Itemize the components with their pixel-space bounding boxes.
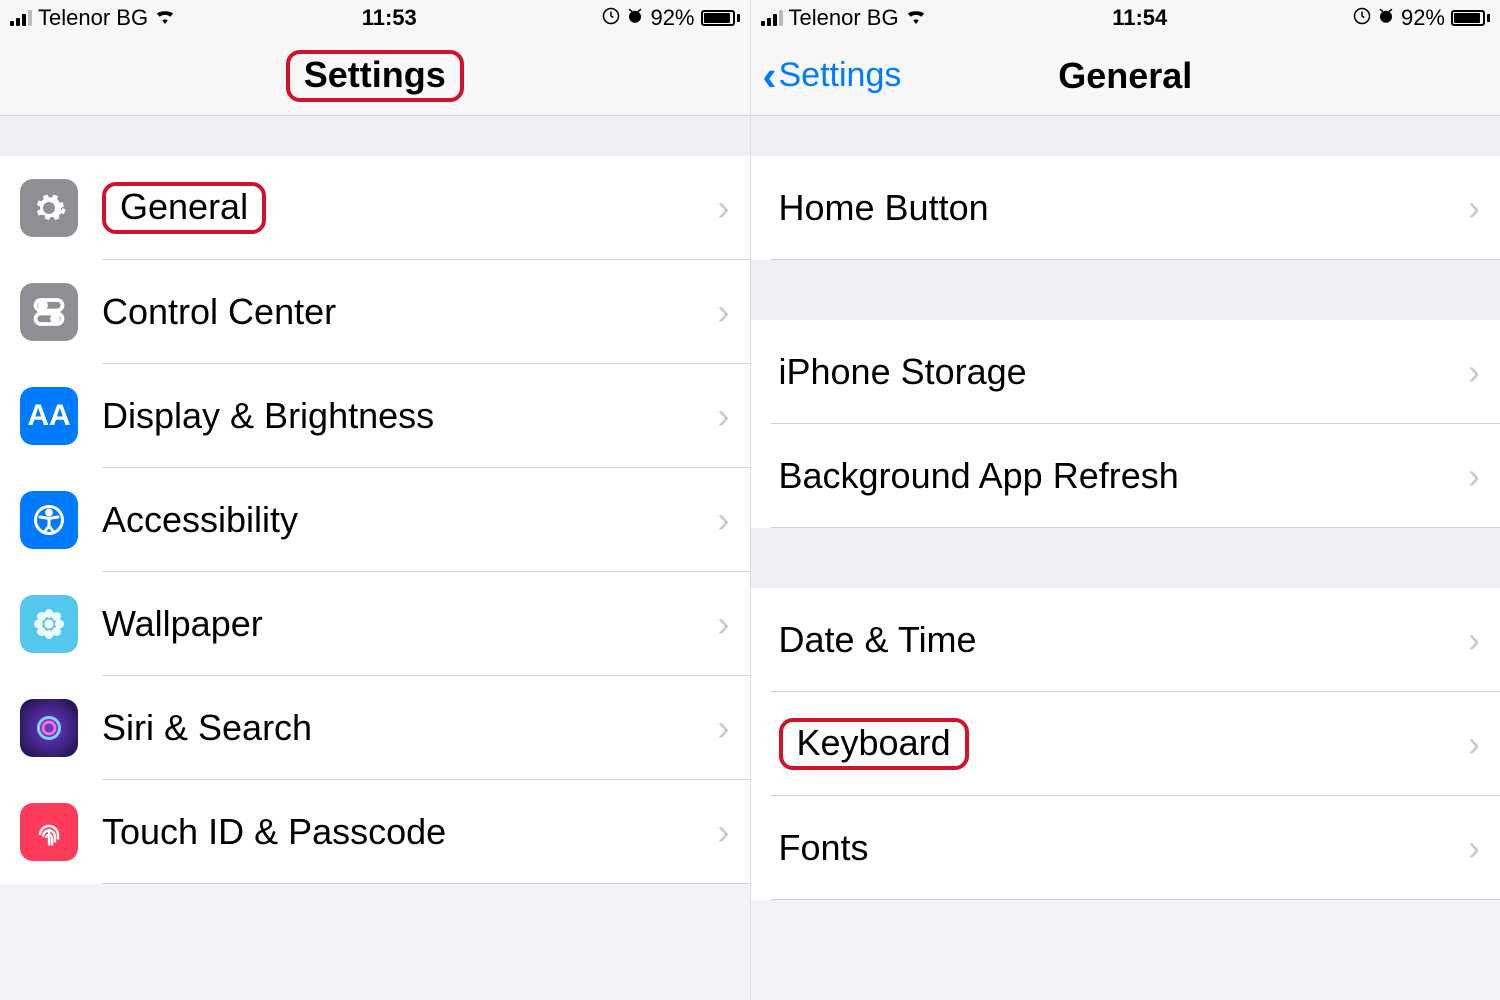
clock-label: 11:54 (927, 5, 1353, 31)
navbar: Settings (0, 36, 750, 116)
row-label: Touch ID & Passcode (102, 811, 718, 853)
chevron-right-icon: › (1468, 187, 1480, 229)
chevron-right-icon: › (1468, 455, 1480, 497)
chevron-right-icon: › (718, 811, 730, 853)
section-gap (751, 528, 1500, 588)
cellular-signal-icon (10, 10, 32, 26)
settings-list: General › Control Center › AA Display & … (0, 156, 750, 884)
section-gap (751, 116, 1500, 156)
page-title: Settings (286, 50, 464, 102)
chevron-right-icon: › (718, 499, 730, 541)
row-label: General (102, 182, 718, 234)
general-group-1: Home Button › (751, 156, 1500, 260)
text-size-icon: AA (20, 387, 78, 445)
clock-label: 11:53 (176, 5, 602, 31)
row-touchid-passcode[interactable]: Touch ID & Passcode › (0, 780, 750, 884)
chevron-right-icon: › (1468, 827, 1480, 869)
chevron-right-icon: › (718, 603, 730, 645)
gear-icon (20, 179, 78, 237)
status-bar: Telenor BG 11:54 92% (751, 0, 1500, 36)
chevron-right-icon: › (718, 395, 730, 437)
back-button[interactable]: ‹ Settings (763, 55, 902, 97)
section-gap (751, 260, 1500, 320)
row-label: Date & Time (779, 619, 1469, 661)
alarm-icon (626, 5, 644, 31)
toggles-icon (20, 283, 78, 341)
general-group-3: Date & Time › Keyboard › Fonts › (751, 588, 1500, 900)
row-label: Accessibility (102, 499, 718, 541)
row-label: Siri & Search (102, 707, 718, 749)
status-bar: Telenor BG 11:53 92% (0, 0, 750, 36)
row-label: Fonts (779, 827, 1469, 869)
row-iphone-storage[interactable]: iPhone Storage › (751, 320, 1500, 424)
accessibility-icon (20, 491, 78, 549)
cellular-signal-icon (761, 10, 783, 26)
row-display-brightness[interactable]: AA Display & Brightness › (0, 364, 750, 468)
row-label: Keyboard (779, 718, 1469, 770)
row-keyboard[interactable]: Keyboard › (751, 692, 1500, 796)
row-home-button[interactable]: Home Button › (751, 156, 1500, 260)
chevron-right-icon: › (1468, 723, 1480, 765)
rotation-lock-icon (602, 5, 620, 31)
row-label: Display & Brightness (102, 395, 718, 437)
chevron-right-icon: › (718, 707, 730, 749)
alarm-icon (1377, 5, 1395, 31)
section-gap (0, 116, 750, 156)
row-label: iPhone Storage (779, 351, 1469, 393)
battery-icon (1451, 10, 1490, 26)
row-label: Control Center (102, 291, 718, 333)
chevron-right-icon: › (718, 187, 730, 229)
row-general[interactable]: General › (0, 156, 750, 260)
carrier-label: Telenor BG (38, 5, 148, 31)
phone-settings: Telenor BG 11:53 92% Settings General (0, 0, 750, 1000)
phone-general: Telenor BG 11:54 92% ‹ Settings General (750, 0, 1500, 1000)
battery-percent-label: 92% (1401, 5, 1445, 31)
row-fonts[interactable]: Fonts › (751, 796, 1500, 900)
siri-icon (20, 699, 78, 757)
battery-percent-label: 92% (650, 5, 694, 31)
page-title: General (1058, 55, 1192, 97)
row-siri-search[interactable]: Siri & Search › (0, 676, 750, 780)
carrier-label: Telenor BG (789, 5, 899, 31)
back-label: Settings (779, 56, 902, 95)
flower-icon (20, 595, 78, 653)
row-accessibility[interactable]: Accessibility › (0, 468, 750, 572)
row-label: Wallpaper (102, 603, 718, 645)
wifi-icon (905, 6, 927, 30)
row-label: Home Button (779, 187, 1469, 229)
row-date-time[interactable]: Date & Time › (751, 588, 1500, 692)
row-background-app-refresh[interactable]: Background App Refresh › (751, 424, 1500, 528)
row-wallpaper[interactable]: Wallpaper › (0, 572, 750, 676)
fingerprint-icon (20, 803, 78, 861)
chevron-right-icon: › (718, 291, 730, 333)
rotation-lock-icon (1353, 5, 1371, 31)
general-group-2: iPhone Storage › Background App Refresh … (751, 320, 1500, 528)
chevron-left-icon: ‹ (763, 55, 777, 97)
navbar: ‹ Settings General (751, 36, 1500, 116)
battery-icon (701, 10, 740, 26)
row-control-center[interactable]: Control Center › (0, 260, 750, 364)
chevron-right-icon: › (1468, 351, 1480, 393)
wifi-icon (154, 6, 176, 30)
chevron-right-icon: › (1468, 619, 1480, 661)
row-label: Background App Refresh (779, 455, 1469, 497)
